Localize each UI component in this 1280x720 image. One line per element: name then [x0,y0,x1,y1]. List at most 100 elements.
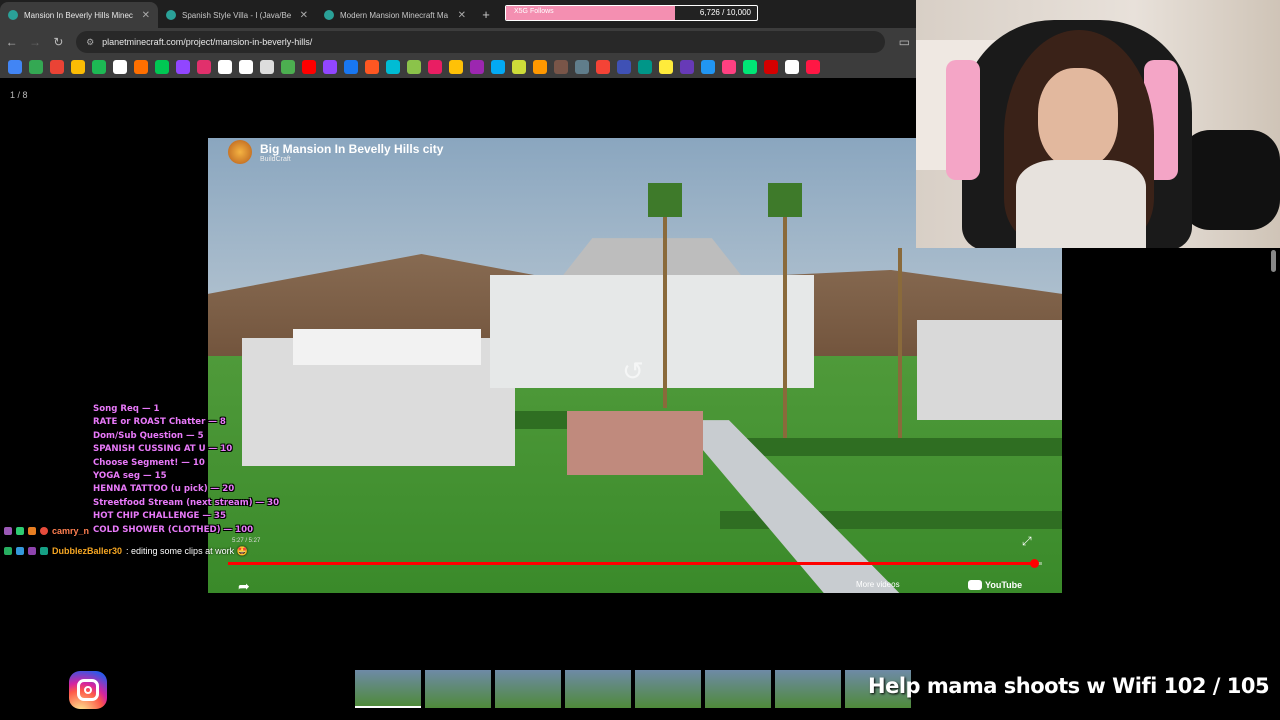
back-icon[interactable]: ← [0,35,23,49]
video-title[interactable]: Big Mansion In Bevelly Hills city [260,142,443,156]
follow-goal-count: 6,726 / 10,000 [699,8,751,17]
bookmark-icon[interactable] [701,60,715,74]
badge-icon [4,547,12,555]
close-icon[interactable]: ✕ [142,10,150,21]
bookmark-icon[interactable] [449,60,463,74]
bookmark-icon[interactable] [638,60,652,74]
bookmark-icon[interactable] [134,60,148,74]
replay-icon[interactable]: ↺ [618,356,648,386]
close-icon[interactable]: ✕ [458,10,466,21]
tab-spanish-villa[interactable]: Spanish Style Villa - I (Java/Be ✕ [158,2,316,28]
bookmark-icon[interactable] [743,60,757,74]
new-tab-button[interactable]: + [474,2,498,28]
youtube-label: YouTube [985,580,1023,590]
bookmark-icon[interactable] [680,60,694,74]
palm-trunk [663,208,667,408]
bookmark-icon[interactable] [302,60,316,74]
gallery-thumbnail[interactable] [705,670,771,708]
gallery-thumbnail[interactable] [495,670,561,708]
garage [916,320,1062,421]
bookmark-icon[interactable] [428,60,442,74]
mansion-terrace [293,329,482,366]
gallery-thumbnail[interactable] [355,670,421,708]
bookmark-icon[interactable] [575,60,589,74]
instagram-icon [69,671,107,709]
cast-icon[interactable]: ▭ [893,35,916,49]
bookmark-icon[interactable] [659,60,673,74]
badge-icon [28,547,36,555]
bookmark-icon[interactable] [29,60,43,74]
bookmark-icon[interactable] [785,60,799,74]
share-icon[interactable]: ➦ [238,578,250,593]
more-videos-button[interactable]: More videos [856,580,900,589]
bookmark-icon[interactable] [176,60,190,74]
bookmark-icon[interactable] [491,60,505,74]
bookmark-icon[interactable] [722,60,736,74]
tab-mansion[interactable]: Mansion In Beverly Hills Minec ✕ [0,2,158,28]
scrubber-handle[interactable] [1029,559,1039,568]
chat-line: DubblezBaller30 : editing some clips at … [4,541,248,561]
bookmark-icon[interactable] [554,60,568,74]
bookmark-icon[interactable] [323,60,337,74]
badge-icon [4,527,12,535]
page-counter: 1 / 8 [10,90,28,100]
progress-track[interactable] [228,559,1042,568]
palm-trunk [898,248,902,438]
progress-fill [228,562,1034,565]
bookmark-icon[interactable] [113,60,127,74]
follow-goal-label: X5G Follows [514,8,554,15]
close-icon[interactable]: ✕ [300,10,308,21]
menu-item: YOGA seg — 15 [93,471,167,482]
bookmark-icon[interactable] [470,60,484,74]
bookmark-icon[interactable] [239,60,253,74]
gallery-thumbnail[interactable] [635,670,701,708]
bookmark-icon[interactable] [92,60,106,74]
scrollbar[interactable] [1271,250,1276,272]
bookmark-icon[interactable] [533,60,547,74]
address-bar[interactable]: ⚙ planetminecraft.com/project/mansion-in… [76,31,885,53]
fullscreen-icon[interactable]: ⤢ [1022,534,1032,549]
chat-overlay: camry_n DubblezBaller30 : editing some c… [4,521,248,561]
bookmark-icon[interactable] [365,60,379,74]
bookmark-icon[interactable] [407,60,421,74]
follow-goal-bar: X5G Follows 6,726 / 10,000 [505,5,758,21]
palm-tree [648,183,682,217]
bookmark-icon[interactable] [596,60,610,74]
bookmark-icon[interactable] [50,60,64,74]
chair-accent [946,60,980,180]
youtube-logo[interactable]: YouTube [968,580,1022,590]
menu-item: Dom/Sub Question — 5 [93,430,204,441]
bookmark-icon[interactable] [806,60,820,74]
streamer-body [1016,160,1146,248]
donation-menu: Song Req — 1 RATE or ROAST Chatter — 8 Dom… [93,403,279,537]
bookmark-icon[interactable] [617,60,631,74]
tab-label: Modern Mansion Minecraft Ma [340,10,449,20]
bookmark-icon[interactable] [386,60,400,74]
gallery-thumbnail[interactable] [425,670,491,708]
menu-item: HENNA TATTOO (u pick) — 20 [93,484,235,495]
tab-modern-mansion[interactable]: Modern Mansion Minecraft Ma ✕ [316,2,474,28]
bookmark-icon[interactable] [764,60,778,74]
streamer-face [1038,68,1118,168]
hedge [737,438,1062,457]
bookmark-icon[interactable] [281,60,295,74]
gallery-thumbnail[interactable] [565,670,631,708]
bookmark-icon[interactable] [218,60,232,74]
bookmark-icon[interactable] [260,60,274,74]
bookmark-icon[interactable] [197,60,211,74]
channel-name[interactable]: BuildCraft [260,156,443,163]
badge-icon [16,547,24,555]
forward-icon[interactable]: → [23,35,46,49]
bookmark-icon[interactable] [344,60,358,74]
bookmark-icon[interactable] [8,60,22,74]
gallery-thumbnail[interactable] [775,670,841,708]
bookmark-icon[interactable] [512,60,526,74]
reload-icon[interactable]: ↻ [47,35,70,49]
channel-avatar[interactable] [228,140,252,164]
site-info-icon[interactable]: ⚙ [86,37,94,48]
bookmark-icon[interactable] [71,60,85,74]
video-header: Big Mansion In Bevelly Hills city BuildC… [228,140,443,164]
bookmark-icon[interactable] [155,60,169,74]
palm-trunk [783,208,787,438]
mansion-main [489,274,815,389]
